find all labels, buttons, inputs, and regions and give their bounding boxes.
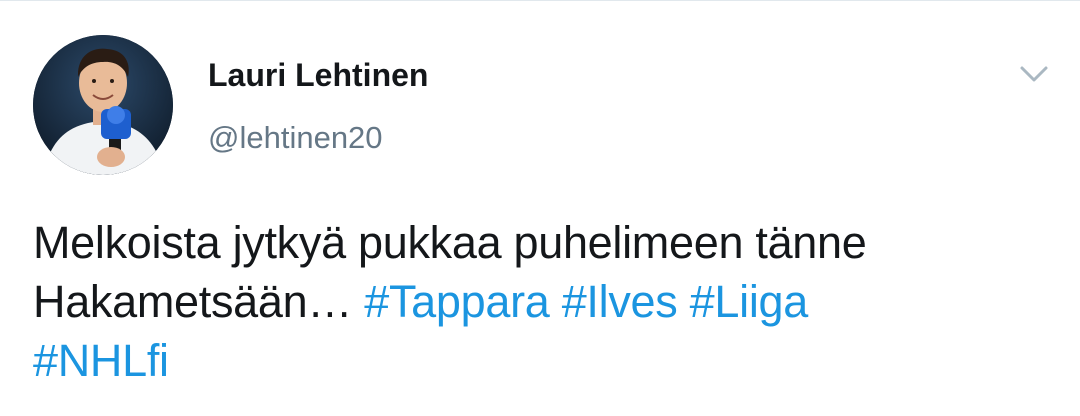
tweet-text-line: Melkoista jytkyä pukkaa puhelimeen tänne [33,217,867,268]
tweet-text: Melkoista jytkyä pukkaa puhelimeen tänne… [33,213,1043,390]
hashtag-link[interactable]: #Liiga [690,276,809,327]
tweet-menu-button[interactable] [1016,59,1052,89]
tweet-text-segment: Hakametsään… [33,276,353,327]
hashtag-link[interactable]: #Tappara [364,276,550,327]
author-name[interactable]: Lauri Lehtinen [208,57,428,94]
author-handle[interactable]: @lehtinen20 [208,120,383,156]
author-avatar[interactable] [33,35,173,175]
hashtag-link[interactable]: #Ilves [562,276,678,327]
chevron-down-icon [1020,66,1048,82]
avatar-photo [33,35,173,175]
hashtag-link[interactable]: #NHLfi [33,335,169,386]
tweet-card: Lauri Lehtinen @lehtinen20 Melkoista jyt… [0,0,1080,416]
